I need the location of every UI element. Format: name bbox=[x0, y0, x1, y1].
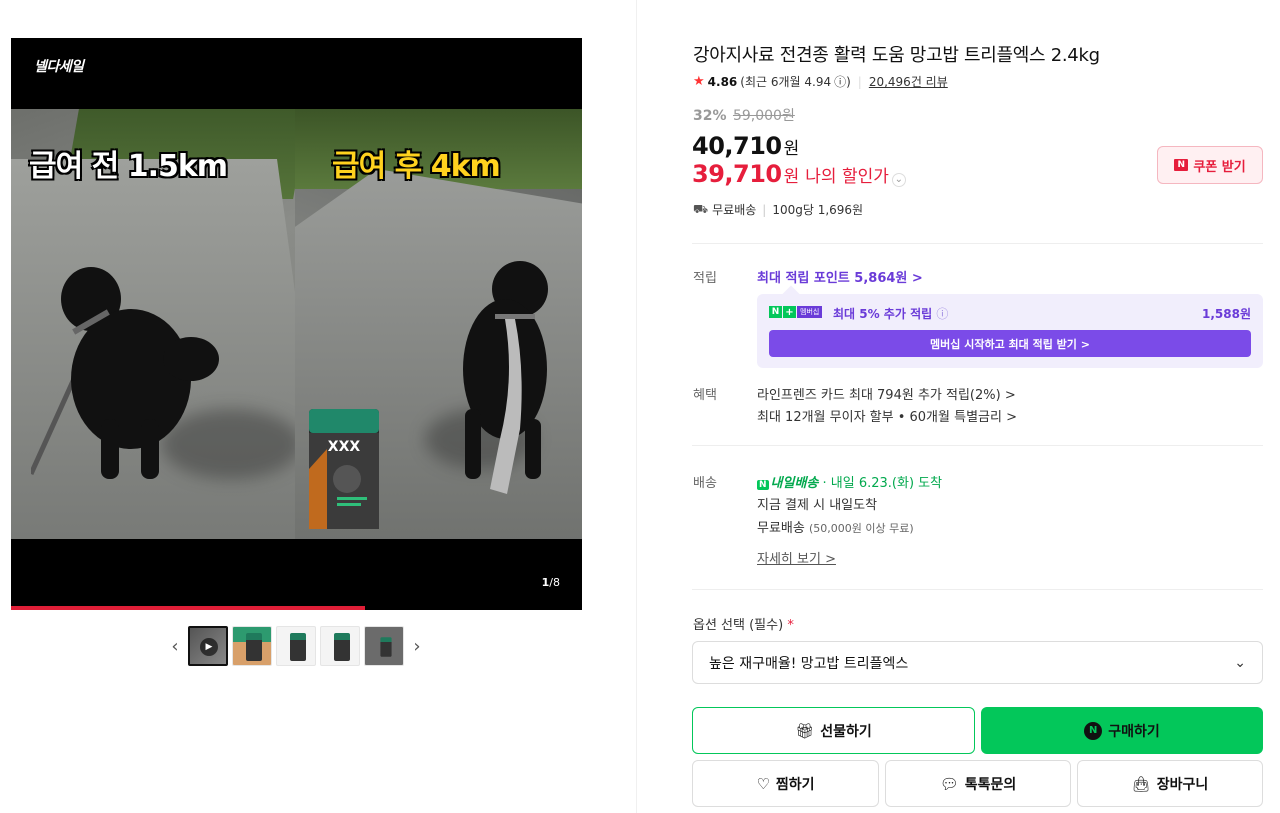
vertical-divider bbox=[636, 0, 637, 813]
nextday-delivery: N 내일배송 · 내일 6.23.(화) 도착 bbox=[757, 472, 942, 491]
product-title: 강아지사료 전견종 활력 도움 망고밥 트리플엑스 2.4kg bbox=[693, 45, 1100, 66]
bag-label: XXX bbox=[328, 439, 361, 455]
video-progress-fill bbox=[11, 606, 366, 610]
installment-benefit-link[interactable]: 최대 12개월 무이자 할부 • 60개월 특별금리 > bbox=[757, 406, 1017, 425]
option-selected-value: 높은 재구매율! 망고밥 트리플엑스 bbox=[709, 655, 909, 672]
rating-row: ★ 4.86 (최근 6개월 4.94 ⓘ) | 20,496건 리뷰 bbox=[693, 73, 948, 90]
chevron-right-icon[interactable]: › bbox=[408, 627, 426, 665]
my-discount-price[interactable]: 39,710 원 나의 할인가 ⌄ bbox=[692, 160, 906, 188]
heart-icon: ♡ bbox=[756, 774, 770, 793]
caption-after: 급여 후 4km bbox=[331, 148, 502, 185]
truck-icon: ⛟ bbox=[693, 201, 709, 216]
shipping-summary: ⛟ 무료배송 | 100g당 1,696원 bbox=[693, 201, 864, 218]
talktalk-inquiry-button[interactable]: 💬︎ 톡톡문의 bbox=[885, 760, 1071, 807]
thumbnail-strip: ‹ ▶ › bbox=[166, 626, 426, 666]
chevron-down-icon: ⌄ bbox=[1234, 654, 1246, 671]
slide-counter: 1/8 bbox=[542, 576, 560, 589]
product-bag-image: XXX bbox=[309, 409, 379, 529]
play-icon: ▶ bbox=[200, 638, 218, 656]
sale-price: 40,710 원 bbox=[692, 132, 799, 160]
extra-points-text: 최대 5% 추가 적립 ⓘ bbox=[833, 307, 949, 321]
naver-plus-badge: N + 멤버십 bbox=[769, 306, 823, 318]
max-points-link[interactable]: 최대 적립 포인트 5,864원 > bbox=[757, 267, 923, 286]
section-divider bbox=[692, 243, 1263, 244]
coupon-button[interactable]: N 쿠폰 받기 bbox=[1157, 146, 1263, 184]
shopping-bag-icon: 👜︎ bbox=[1131, 774, 1151, 793]
thumbnail-2[interactable] bbox=[232, 626, 272, 666]
membership-points-box: N + 멤버십 최대 5% 추가 적립 ⓘ 1,588원 멤버십 시작하고 최대 적… bbox=[757, 285, 1263, 368]
rating-score: 4.86 bbox=[707, 74, 738, 89]
membership-badge: 멤버십 bbox=[797, 306, 823, 318]
benefits-label: 혜택 bbox=[693, 388, 717, 403]
coupon-label: 쿠폰 받기 bbox=[1193, 159, 1246, 175]
nextday-date: · 내일 6.23.(화) 도착 bbox=[818, 476, 943, 491]
extra-points-amount: 1,588원 bbox=[1202, 307, 1251, 321]
video-frame[interactable]: XXX 급여 전 1.5km 급여 후 4km bbox=[11, 109, 582, 539]
section-divider bbox=[692, 589, 1263, 590]
cart-button[interactable]: 👜︎ 장바구니 bbox=[1077, 760, 1263, 807]
slide-counter-total: /8 bbox=[549, 576, 560, 589]
delivery-detail-link[interactable]: 자세히 보기 > bbox=[757, 548, 836, 567]
my-price-unit: 원 bbox=[783, 167, 800, 187]
discount-row: 32% 59,000원 bbox=[693, 105, 795, 125]
chevron-left-icon[interactable]: ‹ bbox=[166, 627, 184, 665]
chevron-down-icon[interactable]: ⌄ bbox=[891, 172, 906, 187]
shipping-free: 무료배송 bbox=[712, 203, 757, 217]
original-price: 59,000원 bbox=[732, 108, 795, 124]
caption-before: 급여 전 1.5km bbox=[28, 148, 229, 185]
option-select[interactable]: 높은 재구매율! 망고밥 트리플엑스 ⌄ bbox=[692, 641, 1263, 684]
points-label: 적립 bbox=[693, 271, 717, 286]
thumbnail-3[interactable] bbox=[276, 626, 316, 666]
review-count-link[interactable]: 20,496건 리뷰 bbox=[869, 73, 948, 90]
my-price-label: 나의 할인가 bbox=[805, 167, 889, 187]
delivery-free-condition: 무료배송 (50,000원 이상 무료) bbox=[757, 521, 914, 536]
thumbnail-4[interactable] bbox=[320, 626, 360, 666]
star-icon: ★ bbox=[693, 74, 705, 89]
wishlist-button[interactable]: ♡ 찜하기 bbox=[692, 760, 879, 807]
nextday-logo: N 내일배송 bbox=[757, 476, 819, 491]
product-media-viewer[interactable]: 넬다세일 XXX 급여 전 1.5km 급여 후 4km 1/8 bbox=[11, 38, 582, 610]
delivery-info: 지금 결제 시 내일도착 bbox=[757, 498, 878, 513]
sale-price-unit: 원 bbox=[783, 139, 800, 159]
thumbnail-1[interactable]: ▶ bbox=[188, 626, 228, 666]
rating-recent: (최근 6개월 4.94 bbox=[740, 75, 832, 89]
naver-pay-icon: N bbox=[1084, 721, 1103, 740]
naver-n-icon: N bbox=[1174, 159, 1189, 171]
rating-info-icon[interactable]: ⓘ) bbox=[834, 73, 851, 90]
delivery-label: 배송 bbox=[693, 476, 717, 491]
gift-button[interactable]: 🎁︎ 선물하기 bbox=[692, 707, 975, 754]
video-progress-track[interactable] bbox=[11, 606, 582, 610]
unit-price: 100g당 1,696원 bbox=[772, 203, 864, 217]
sale-price-value: 40,710 bbox=[692, 132, 782, 160]
dog-image-left bbox=[31, 267, 219, 479]
dog-image-right bbox=[463, 261, 548, 494]
gift-icon: 🎁︎ bbox=[795, 721, 815, 740]
chat-bubble-icon: 💬︎ bbox=[939, 774, 959, 793]
thumbnail-5[interactable] bbox=[364, 626, 404, 666]
section-divider bbox=[692, 445, 1263, 446]
membership-start-button[interactable]: 멤버십 시작하고 최대 적립 받기 > bbox=[769, 330, 1251, 357]
my-price-value: 39,710 bbox=[692, 160, 782, 188]
brand-logo: 넬다세일 bbox=[34, 59, 84, 75]
info-icon[interactable]: ⓘ bbox=[936, 307, 948, 321]
discount-rate: 32% bbox=[693, 108, 727, 124]
card-benefit-link[interactable]: 라인프렌즈 카드 최대 794원 추가 적립(2%) > bbox=[757, 384, 1016, 403]
buy-button[interactable]: N 구매하기 bbox=[981, 707, 1263, 754]
option-label: 옵션 선택 (필수) * bbox=[693, 618, 794, 633]
